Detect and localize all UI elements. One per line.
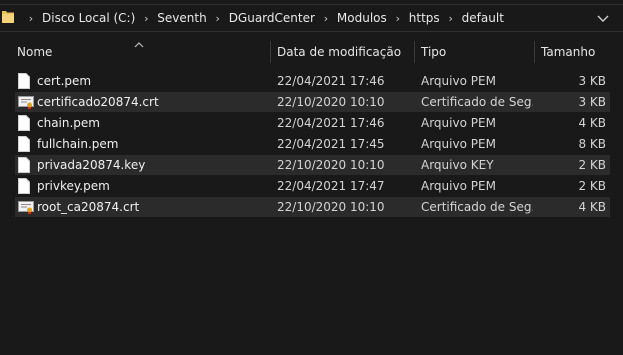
chevron-right-icon[interactable]: ›: [315, 12, 337, 25]
chevron-right-icon[interactable]: ›: [207, 12, 229, 25]
file-type: Arquivo KEY: [421, 158, 494, 172]
sort-ascending-icon: [134, 37, 144, 51]
chevron-down-icon[interactable]: [597, 12, 609, 26]
file-size: 4 KB: [578, 116, 606, 130]
file-name: cert.pem: [37, 74, 92, 88]
file-date: 22/10/2020 10:10: [277, 200, 385, 214]
file-date: 22/10/2020 10:10: [277, 158, 385, 172]
file-date: 22/10/2020 10:10: [277, 95, 385, 109]
file-type: Arquivo PEM: [421, 116, 496, 130]
file-row[interactable]: privkey.pem 22/04/2021 17:47 Arquivo PEM…: [15, 176, 610, 196]
file-date: 22/04/2021 17:46: [277, 116, 385, 130]
breadcrumb-item-https[interactable]: https: [409, 11, 440, 25]
document-icon: [18, 115, 30, 134]
file-date: 22/04/2021 17:47: [277, 179, 385, 193]
document-icon: [18, 136, 30, 155]
file-row[interactable]: chain.pem 22/04/2021 17:46 Arquivo PEM 4…: [15, 113, 610, 133]
column-header-date[interactable]: Data de modificação: [277, 38, 401, 66]
certificate-icon: [18, 199, 34, 218]
file-size: 2 KB: [578, 158, 606, 172]
file-row[interactable]: fullchain.pem 22/04/2021 17:45 Arquivo P…: [15, 134, 610, 154]
breadcrumb-item-seventh[interactable]: Seventh: [157, 11, 206, 25]
column-header: Nome Data de modificação Tipo Tamanho: [0, 38, 623, 66]
file-row[interactable]: root_ca20874.crt 22/10/2020 10:10 Certif…: [15, 197, 610, 217]
document-icon: [18, 73, 30, 92]
chevron-right-icon[interactable]: ›: [387, 12, 409, 25]
file-date: 22/04/2021 17:46: [277, 74, 385, 88]
file-size: 3 KB: [578, 95, 606, 109]
document-icon: [18, 157, 30, 176]
file-type: Arquivo PEM: [421, 137, 496, 151]
breadcrumb: › Disco Local (C:) › Seventh › DGuardCen…: [20, 9, 504, 27]
certificate-icon: [18, 94, 34, 113]
file-name: privkey.pem: [37, 179, 110, 193]
file-name: privada20874.key: [37, 158, 146, 172]
file-type: Arquivo PEM: [421, 179, 496, 193]
column-header-name[interactable]: Nome: [17, 38, 52, 66]
breadcrumb-item-dguardcenter[interactable]: DGuardCenter: [229, 11, 315, 25]
column-divider[interactable]: [270, 41, 271, 63]
address-bar: › Disco Local (C:) › Seventh › DGuardCen…: [0, 0, 623, 34]
file-name: certificado20874.crt: [37, 95, 159, 109]
column-divider[interactable]: [414, 41, 415, 63]
file-type: Certificado de Seg...: [421, 200, 533, 214]
column-header-type[interactable]: Tipo: [421, 38, 446, 66]
file-date: 22/04/2021 17:45: [277, 137, 385, 151]
column-header-size[interactable]: Tamanho: [541, 38, 595, 66]
file-size: 3 KB: [578, 74, 606, 88]
file-size: 8 KB: [578, 137, 606, 151]
chevron-right-icon[interactable]: ›: [440, 12, 462, 25]
document-icon: [18, 178, 30, 197]
file-row[interactable]: certificado20874.crt 22/10/2020 10:10 Ce…: [15, 92, 610, 112]
file-row[interactable]: privada20874.key 22/10/2020 10:10 Arquiv…: [15, 155, 610, 175]
column-divider[interactable]: [534, 41, 535, 63]
file-type: Arquivo PEM: [421, 74, 496, 88]
chevron-right-icon[interactable]: ›: [20, 12, 42, 25]
breadcrumb-item-default[interactable]: default: [462, 11, 504, 25]
file-size: 2 KB: [578, 179, 606, 193]
file-type: Certificado de Seg...: [421, 95, 533, 109]
file-name: root_ca20874.crt: [37, 200, 140, 214]
breadcrumb-item-drive[interactable]: Disco Local (C:): [42, 11, 135, 25]
breadcrumb-item-modulos[interactable]: Modulos: [337, 11, 387, 25]
file-name: chain.pem: [37, 116, 100, 130]
file-size: 4 KB: [578, 200, 606, 214]
file-name: fullchain.pem: [37, 137, 119, 151]
file-row[interactable]: cert.pem 22/04/2021 17:46 Arquivo PEM 3 …: [15, 71, 610, 91]
chevron-right-icon[interactable]: ›: [135, 12, 157, 25]
folder-icon: [2, 9, 14, 26]
